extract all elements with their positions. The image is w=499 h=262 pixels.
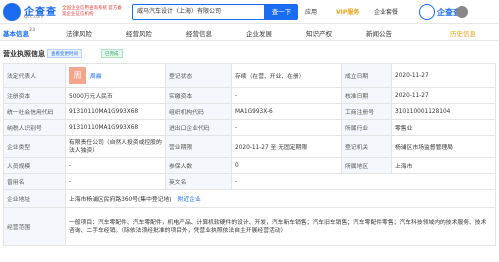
biz-reg-no-value[interactable]: 310110001128104 [391, 103, 496, 120]
table-row: 企业类型 有限责任公司（自然人投资或控股的法人独资） 营业期限 2020-11-… [3, 135, 496, 158]
import-code-value: - [231, 119, 342, 136]
reg-capital-value: 5000万元人民币 [65, 87, 166, 104]
label-org-code: 组织机构代码 [165, 103, 232, 120]
table-row: 纳税人识别号 91310110MA1G993X68 进出口企业代码 - 所属行业… [3, 119, 496, 136]
label-region: 所属地区 [341, 157, 392, 174]
label-authority: 登记机关 [341, 135, 392, 158]
label-founded: 成立日期 [341, 63, 392, 88]
label-paid-capital: 实缴资本 [165, 87, 232, 104]
founded-value: 2020-11-27 [391, 63, 496, 88]
logo-subtext: Qcc.com [24, 15, 44, 20]
label-staff-size: 人员规模 [3, 157, 66, 174]
label-status: 登记状态 [165, 63, 232, 88]
industry-value: 零售业 [391, 119, 496, 136]
tax-id-value[interactable]: 91310110MA1G993X68 [65, 119, 166, 136]
table-row: 统一社会信用代码 91310110MA1G993X68 组织机构代码 MA1G9… [3, 103, 496, 120]
credit-code-value[interactable]: 91310110MA1G993X68 [65, 103, 166, 120]
label-credit-code: 统一社会信用代码 [3, 103, 66, 120]
label-tax-id: 纳税人识别号 [3, 119, 66, 136]
tab-legal-risk[interactable]: 法律风险 [66, 28, 92, 38]
slogan: 全国企业信用查询系统 官方备案企业征信机构 [62, 6, 122, 17]
search-input[interactable]: 威马汽车设计（上海）有限公司 [132, 4, 265, 20]
label-insured: 参保人数 [165, 157, 232, 174]
label-industry: 所属行业 [341, 119, 392, 136]
user-avatar-icon[interactable] [456, 6, 468, 18]
label-business-scope: 经营范围 [3, 207, 66, 246]
label-legal-rep: 法定代表人 [3, 63, 66, 88]
table-row: 人员规模 - 参保人数 0 所属地区 上海市 [3, 157, 496, 174]
watermark-logo-icon [419, 4, 435, 20]
legal-rep-link[interactable]: 周晨 [90, 74, 102, 80]
search-button[interactable]: 查一下 [265, 4, 298, 20]
table-row: 企业地址 上海市杨浦区民府路360号(集中登记地) 附近企业 [3, 189, 496, 208]
region-value: 上海市 [391, 157, 496, 174]
tab-business-risk[interactable]: 经营风险 [126, 28, 152, 38]
table-row: 法定代表人 周周晨 登记状态 存续（在营、开业、在册） 成立日期 2020-11… [3, 63, 496, 88]
status-tag: 已完成 [101, 49, 123, 58]
company-type-value: 有限责任公司（自然人投资或控股的法人独资） [65, 135, 166, 158]
label-biz-reg-no: 工商注册号 [341, 103, 392, 120]
business-scope-value: 一般项目：汽车零配件、汽车零配件，机电产品、计算机软硬件的设计、开发，汽车新车销… [65, 207, 496, 246]
address-cell: 上海市杨浦区民府路360号(集中登记地) 附近企业 [65, 189, 496, 208]
business-license-table: 法定代表人 周周晨 登记状态 存续（在营、开业、在册） 成立日期 2020-11… [3, 63, 496, 246]
nearby-companies-link[interactable]: 附近企业 [178, 197, 201, 203]
tab-bar: 基本信息23 法律风险 经营风险 经营信息 企业发展 知识产权 新闻公告 历史信… [0, 25, 499, 41]
label-address: 企业地址 [3, 189, 66, 208]
org-code-value[interactable]: MA1G993X-6 [231, 103, 342, 120]
legal-rep-cell: 周周晨 [65, 63, 166, 88]
staff-size-value: - [65, 157, 166, 174]
label-english-name: 英文名 [165, 173, 232, 190]
section-title: 营业执照信息 [3, 50, 45, 58]
tab-business-info[interactable]: 经营信息 [186, 28, 212, 38]
paid-capital-value: - [231, 87, 342, 104]
former-name-value: - [65, 173, 166, 190]
tab-history[interactable]: 历史信息 [450, 28, 476, 38]
insured-value: 0 [231, 157, 342, 174]
table-row: 曾用名 - 英文名 - [3, 173, 496, 190]
status-value: 存续（在营、开业、在册） [231, 63, 342, 88]
tab-basic-info[interactable]: 基本信息23 [3, 28, 35, 38]
english-name-value: - [231, 173, 496, 190]
approve-date-value: 2020-11-27 [391, 87, 496, 104]
address-value: 上海市杨浦区民府路360号(集中登记地) [69, 197, 172, 203]
nav-enterprise-package[interactable]: 企业套餐 [374, 7, 398, 16]
label-business-term: 营业期限 [165, 135, 232, 158]
view-change-tag[interactable]: 查看变更时间 [47, 49, 82, 58]
tab-news[interactable]: 新闻公告 [366, 28, 392, 38]
tab-ip[interactable]: 知识产权 [306, 28, 332, 38]
avatar[interactable]: 周 [69, 67, 86, 84]
tab-development[interactable]: 企业发展 [246, 28, 272, 38]
authority-value: 杨浦区市场监督管理局 [391, 135, 496, 158]
nav-apps[interactable]: 应用 [305, 7, 317, 16]
qcc-logo-icon[interactable] [3, 3, 21, 21]
nav-vip[interactable]: VIP服务 [336, 7, 359, 16]
table-row: 经营范围 一般项目：汽车零配件、汽车零配件，机电产品、计算机软硬件的设计、开发，… [3, 207, 496, 246]
table-row: 注册资本 5000万元人民币 实缴资本 - 核准日期 2020-11-27 [3, 87, 496, 104]
label-reg-capital: 注册资本 [3, 87, 66, 104]
business-term-value: 2020-11-27 至 无固定期限 [231, 135, 342, 158]
label-approve-date: 核准日期 [341, 87, 392, 104]
label-import-code: 进出口企业代码 [165, 119, 232, 136]
top-bar: 企查查 Qcc.com 全国企业信用查询系统 官方备案企业征信机构 威马汽车设计… [0, 0, 499, 24]
label-former-name: 曾用名 [3, 173, 66, 190]
label-company-type: 企业类型 [3, 135, 66, 158]
